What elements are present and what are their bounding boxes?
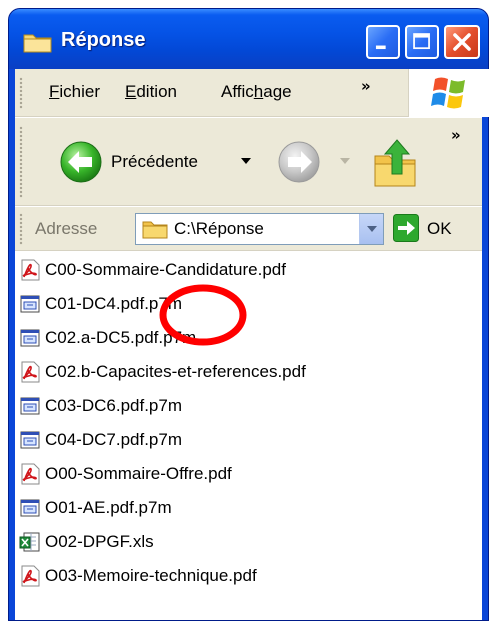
pdf-icon: [21, 463, 40, 485]
list-item[interactable]: C04-DC7.pdf.p7m: [19, 423, 182, 457]
menu-affichage-accesskey: h: [253, 82, 264, 101]
menu-affichage-rest: age: [263, 82, 292, 101]
back-arrow-icon[interactable]: [59, 140, 103, 184]
list-item[interactable]: C00-Sommaire-Candidature.pdf: [19, 253, 286, 287]
minimize-icon: [375, 45, 386, 50]
p7m-icon: [20, 329, 40, 347]
list-item[interactable]: C03-DC6.pdf.p7m: [19, 389, 182, 423]
addressbar-grip[interactable]: [19, 213, 23, 245]
toolbar-overflow-chevron[interactable]: »: [451, 126, 461, 144]
address-bar: Adresse C:\Réponse OK: [15, 207, 482, 251]
file-name: C04-DC7.pdf.p7m: [45, 430, 183, 449]
file-list: C00-Sommaire-Candidature.pdf C01-DC4.pdf…: [15, 253, 482, 620]
toolbar-grip[interactable]: [19, 126, 23, 198]
list-item[interactable]: O03-Memoire-technique.pdf: [19, 559, 257, 593]
maximize-icon: [413, 33, 430, 50]
pdf-icon: [21, 565, 40, 587]
menu-fichier-rest: ichier: [59, 82, 101, 101]
maximize-button[interactable]: [405, 25, 439, 59]
red-circle-annotation: [159, 284, 247, 346]
go-button-label[interactable]: OK: [427, 219, 452, 239]
folder-icon: [23, 34, 52, 53]
file-name: O01-AE.pdf.p7m: [45, 498, 172, 517]
minimize-button[interactable]: [366, 25, 400, 59]
folder-up-icon[interactable]: [373, 134, 419, 188]
p7m-icon: [20, 295, 40, 313]
forward-arrow-icon[interactable]: [277, 140, 321, 184]
file-name: C03-DC6.pdf.p7m: [45, 396, 183, 415]
file-name: O03-Memoire-technique.pdf: [45, 566, 257, 585]
p7m-icon: [20, 499, 40, 517]
address-value[interactable]: C:\Réponse: [174, 219, 264, 239]
title-bar[interactable]: Réponse: [9, 9, 488, 69]
close-icon: [453, 33, 471, 51]
menu-edition[interactable]: Edition: [125, 82, 177, 102]
address-field[interactable]: C:\Réponse: [135, 213, 384, 245]
windows-logo-icon: [431, 77, 465, 109]
list-item[interactable]: O01-AE.pdf.p7m: [19, 491, 172, 525]
excel-icon: [19, 532, 40, 552]
go-arrow-icon[interactable]: [393, 214, 419, 242]
file-name: C02.b-Capacites-et-references.pdf: [45, 362, 306, 381]
menu-affichage-start: Affic: [221, 82, 254, 101]
menubar-grip[interactable]: [19, 77, 23, 109]
file-name: O02-DPGF.xls: [45, 532, 154, 551]
menubar-overflow-chevron[interactable]: »: [361, 77, 371, 95]
back-dropdown-arrow[interactable]: [241, 158, 251, 164]
windows-logo-area: [408, 69, 490, 117]
list-item[interactable]: O00-Sommaire-Offre.pdf: [19, 457, 232, 491]
p7m-icon: [20, 431, 40, 449]
window-title: Réponse: [61, 29, 146, 51]
close-button[interactable]: [444, 25, 480, 59]
explorer-window: Réponse Fichier Edition Affichage » » Pr…: [8, 8, 490, 621]
back-button-label[interactable]: Précédente: [111, 152, 198, 172]
file-name: C00-Sommaire-Candidature.pdf: [45, 260, 286, 279]
menu-edition-accesskey: E: [125, 82, 137, 101]
menu-fichier[interactable]: Fichier: [49, 82, 100, 102]
list-item[interactable]: O02-DPGF.xls: [19, 525, 154, 559]
address-label: Adresse: [35, 219, 98, 238]
address-dropdown-button[interactable]: [359, 214, 383, 244]
file-name: O00-Sommaire-Offre.pdf: [45, 464, 232, 483]
window-client: Fichier Edition Affichage » » Précédente…: [15, 69, 490, 620]
pdf-icon: [21, 361, 40, 383]
list-item[interactable]: C02.b-Capacites-et-references.pdf: [19, 355, 306, 389]
folder-icon: [142, 221, 168, 239]
standard-toolbar: » Précédente: [15, 118, 482, 206]
forward-dropdown-arrow[interactable]: [340, 158, 350, 164]
pdf-icon: [21, 259, 40, 281]
menu-affichage[interactable]: Affichage: [221, 82, 292, 102]
menu-edition-rest: dition: [136, 82, 177, 101]
menu-bar: Fichier Edition Affichage »: [15, 69, 490, 117]
menu-fichier-accesskey: F: [49, 82, 60, 101]
p7m-icon: [20, 397, 40, 415]
